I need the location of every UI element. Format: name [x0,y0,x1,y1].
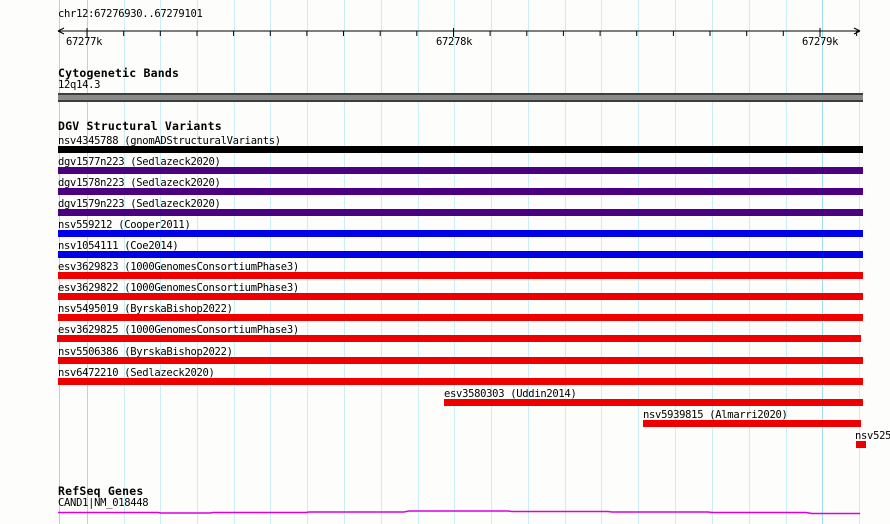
variant-bar[interactable] [58,167,863,174]
cytogenetic-band-bar[interactable] [58,93,863,102]
variant-bar[interactable] [643,420,861,427]
variant-bar[interactable] [58,293,863,300]
gridline [528,0,529,524]
variant-bar[interactable] [58,314,863,321]
variant-bar[interactable] [58,272,863,279]
gridline [344,0,345,524]
cytogenetic-bands-title: Cytogenetic Bands [58,66,180,80]
region-coordinates-label: chr12:67276930..67279101 [58,8,203,20]
dgv-structural-variants-title: DGV Structural Variants [58,119,222,133]
ruler-tick-label: 67279k [802,36,839,48]
gridline [454,0,455,524]
gridline [786,0,787,524]
ruler-tick-label: 67278k [436,36,473,48]
genome-browser-view: chr12:67276930..67279101 67277k 67278k 672… [0,0,890,524]
refseq-genes-title: RefSeq Genes [58,484,144,498]
gridline [307,0,308,524]
variant-bar[interactable] [58,146,863,153]
gridline [638,0,639,524]
variant-bar[interactable] [57,335,861,342]
gridline [491,0,492,524]
gridline [601,0,602,524]
gridline [675,0,676,524]
gridline [749,0,750,524]
variant-bar[interactable] [444,399,863,406]
ruler-tick-label: 67277k [66,36,103,48]
gridline [418,0,419,524]
variant-bar[interactable] [58,357,863,364]
gridline [712,0,713,524]
variant-bar[interactable] [58,378,863,385]
variant-bar[interactable] [856,441,866,448]
variant-bar[interactable] [58,209,863,216]
variant-bar[interactable] [58,251,863,258]
cytogenetic-band-name: 12q14.3 [58,79,101,91]
gridline [381,0,382,524]
gridline [565,0,566,524]
refseq-gene-name: CAND1|NM_018448 [58,497,149,509]
variant-bar[interactable] [58,230,863,237]
gridline [822,0,823,524]
variant-bar[interactable] [58,188,863,195]
